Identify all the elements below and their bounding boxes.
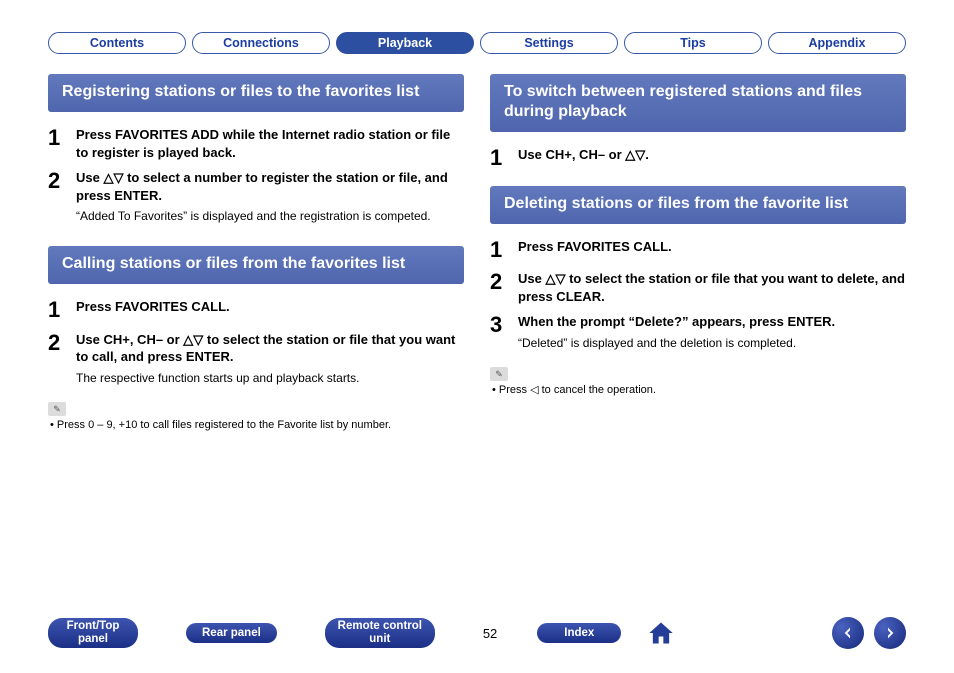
step-note: The respective function starts up and pl…: [76, 370, 464, 386]
footnote-content: Press 0 – 9, +10 to call files registere…: [57, 419, 391, 431]
section-calling-title: Calling stations or files from the favor…: [48, 246, 464, 284]
section-registering-title: Registering stations or files to the fav…: [48, 74, 464, 112]
calling-step-1: 1 Press FAVORITES CALL.: [48, 298, 464, 322]
deleting-step-1: 1 Press FAVORITES CALL.: [490, 238, 906, 262]
tab-contents[interactable]: Contents: [48, 32, 186, 54]
pencil-icon: ✎: [490, 367, 508, 381]
page-arrows: [832, 617, 906, 649]
nav-front-top-panel[interactable]: Front/Top panel: [48, 618, 138, 647]
pencil-icon: ✎: [48, 402, 66, 416]
main-content: Registering stations or files to the fav…: [0, 54, 954, 433]
tab-settings[interactable]: Settings: [480, 32, 618, 54]
step-text: Press FAVORITES CALL.: [76, 298, 464, 316]
step-number: 1: [490, 146, 518, 170]
step-text: When the prompt “Delete?” appears, press…: [518, 313, 906, 331]
step-number: 2: [490, 270, 518, 305]
bottom-nav-bar: Front/Top panel Rear panel Remote contro…: [0, 617, 954, 649]
step-note: “Deleted” is displayed and the deletion …: [518, 335, 906, 351]
step-text: Use CH+, CH– or △▽.: [518, 146, 906, 164]
switch-step-1: 1 Use CH+, CH– or △▽.: [490, 146, 906, 170]
section-deleting-title: Deleting stations or files from the favo…: [490, 186, 906, 224]
footnote-content: Press ◁ to cancel the operation.: [499, 384, 656, 396]
pill-label: Front/Top panel: [58, 620, 128, 645]
deleting-step-2: 2 Use △▽ to select the station or file t…: [490, 270, 906, 305]
calling-step-2: 2 Use CH+, CH– or △▽ to select the stati…: [48, 331, 464, 386]
pill-label: Remote control unit: [335, 620, 425, 645]
home-icon[interactable]: [647, 619, 675, 647]
step-number: 1: [490, 238, 518, 262]
tab-appendix[interactable]: Appendix: [768, 32, 906, 54]
section-switch-title: To switch between registered stations an…: [490, 74, 906, 132]
footnote-text: • Press ◁ to cancel the operation.: [492, 383, 906, 398]
step-text: Use △▽ to select the station or file tha…: [518, 270, 906, 305]
step-text: Press FAVORITES ADD while the Internet r…: [76, 126, 464, 161]
deleting-step-3: 3 When the prompt “Delete?” appears, pre…: [490, 313, 906, 351]
top-tab-bar: Contents Connections Playback Settings T…: [0, 0, 954, 54]
tab-connections[interactable]: Connections: [192, 32, 330, 54]
nav-remote-control[interactable]: Remote control unit: [325, 618, 435, 647]
left-column: Registering stations or files to the fav…: [48, 74, 464, 433]
nav-index[interactable]: Index: [537, 623, 621, 644]
step-note: “Added To Favorites” is displayed and th…: [76, 208, 464, 224]
step-number: 1: [48, 126, 76, 161]
step-number: 2: [48, 331, 76, 386]
tab-playback[interactable]: Playback: [336, 32, 474, 54]
nav-rear-panel[interactable]: Rear panel: [186, 623, 277, 644]
step-text: Press FAVORITES CALL.: [518, 238, 906, 256]
step-number: 2: [48, 169, 76, 224]
step-text: Use △▽ to select a number to register th…: [76, 169, 464, 204]
next-page-button[interactable]: [874, 617, 906, 649]
registering-step-2: 2 Use △▽ to select a number to register …: [48, 169, 464, 224]
prev-page-button[interactable]: [832, 617, 864, 649]
tab-tips[interactable]: Tips: [624, 32, 762, 54]
step-text: Use CH+, CH– or △▽ to select the station…: [76, 331, 464, 366]
footnote-text: • Press 0 – 9, +10 to call files registe…: [50, 418, 464, 433]
page-number: 52: [483, 626, 497, 641]
right-column: To switch between registered stations an…: [490, 74, 906, 433]
registering-step-1: 1 Press FAVORITES ADD while the Internet…: [48, 126, 464, 161]
step-number: 1: [48, 298, 76, 322]
step-number: 3: [490, 313, 518, 351]
